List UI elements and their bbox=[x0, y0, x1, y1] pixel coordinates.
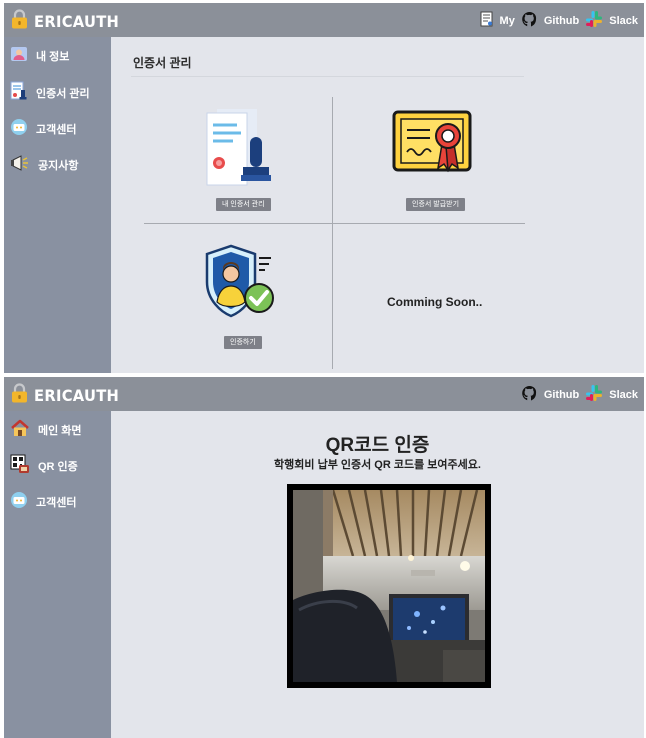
qr-scan-icon bbox=[10, 454, 30, 478]
certificate-stamp-icon bbox=[203, 107, 275, 191]
customer-service-icon bbox=[10, 491, 28, 513]
sidebar-item-cert-management[interactable]: 인증서 관리 bbox=[10, 81, 90, 105]
slack-icon[interactable] bbox=[585, 10, 603, 32]
customer-service-icon bbox=[10, 118, 28, 140]
sidebar-item-label: 공지사항 bbox=[38, 160, 79, 172]
top-bar: ERICAUTH My Github Slack bbox=[4, 3, 644, 37]
sidebar-item-label: 고객센터 bbox=[36, 124, 77, 136]
sidebar-item-label: 내 정보 bbox=[36, 51, 70, 63]
lock-icon bbox=[11, 383, 28, 407]
camera-preview[interactable] bbox=[287, 484, 491, 688]
sidebar-item-notice[interactable]: 공지사항 bbox=[10, 155, 78, 175]
divider bbox=[144, 223, 525, 224]
sidebar-item-qr-auth[interactable]: QR 인증 bbox=[10, 454, 78, 478]
github-icon[interactable] bbox=[521, 385, 538, 406]
sidebar-item-label: 메인 화면 bbox=[38, 425, 82, 437]
top-nav: Github Slack bbox=[521, 384, 638, 406]
sidebar-item-label: 인증서 관리 bbox=[36, 88, 90, 100]
profile-card-icon bbox=[10, 45, 28, 67]
sidebar-item-customer-center[interactable]: 고객센터 bbox=[10, 492, 76, 512]
home-icon bbox=[10, 419, 30, 441]
page-title: QR코드 인증 bbox=[325, 435, 430, 456]
sidebar: 메인 화면 QR 인증 고객센터 bbox=[4, 411, 111, 738]
top-bar: ERICAUTH Github Slack bbox=[4, 377, 644, 411]
app-logo[interactable]: ERICAUTH bbox=[11, 383, 127, 407]
sidebar: 내 정보 인증서 관리 고객센터 공지사항 bbox=[4, 37, 111, 373]
slack-icon[interactable] bbox=[585, 384, 603, 406]
top-nav: My Github Slack bbox=[480, 10, 638, 32]
camera-feed-image bbox=[293, 490, 485, 682]
megaphone-icon bbox=[10, 154, 30, 176]
sidebar-item-my-info[interactable]: 내 정보 bbox=[10, 46, 69, 66]
authenticate-button[interactable]: 인증하기 bbox=[224, 336, 262, 349]
sidebar-item-label: QR 인증 bbox=[38, 461, 78, 473]
lock-icon bbox=[11, 9, 28, 33]
sidebar-item-customer-center[interactable]: 고객센터 bbox=[10, 119, 76, 139]
app-title: ERICAUTH bbox=[34, 385, 120, 405]
document-icon[interactable] bbox=[480, 11, 494, 31]
issue-certificate-button[interactable]: 인증서 발급받기 bbox=[406, 198, 466, 211]
slack-link[interactable]: Slack bbox=[609, 15, 638, 27]
app-title: ERICAUTH bbox=[34, 11, 120, 31]
page-title: 인증서 관리 bbox=[133, 56, 192, 70]
certificate-doc-icon bbox=[10, 81, 28, 105]
main-content: QR코드 인증 학행회비 납부 인증서 QR 코드를 보여주세요. bbox=[111, 411, 644, 738]
sidebar-item-main-screen[interactable]: 메인 화면 bbox=[10, 419, 82, 441]
github-link[interactable]: Github bbox=[544, 389, 579, 401]
my-certificate-button[interactable]: 내 인증서 관리 bbox=[216, 198, 271, 211]
certificate-management-screen: ERICAUTH My Github Slack 내 정보 인증서 관리 고객센… bbox=[4, 3, 644, 373]
app-logo[interactable]: ERICAUTH bbox=[11, 9, 127, 33]
my-link[interactable]: My bbox=[500, 15, 515, 27]
sidebar-item-label: 고객센터 bbox=[36, 497, 77, 509]
page-subtitle: 학행회비 납부 인증서 QR 코드를 보여주세요. bbox=[274, 459, 481, 471]
divider bbox=[131, 76, 524, 77]
github-icon[interactable] bbox=[521, 11, 538, 32]
coming-soon-text: Comming Soon.. bbox=[387, 295, 483, 309]
qr-authentication-screen: ERICAUTH Github Slack 메인 화면 QR 인증 고객센터 Q… bbox=[4, 377, 644, 738]
main-content: 인증서 관리 내 인증서 관리 인증서 발급받기 인증하기 Comming So… bbox=[111, 37, 644, 373]
slack-link[interactable]: Slack bbox=[609, 389, 638, 401]
github-link[interactable]: Github bbox=[544, 15, 579, 27]
divider bbox=[332, 97, 333, 369]
